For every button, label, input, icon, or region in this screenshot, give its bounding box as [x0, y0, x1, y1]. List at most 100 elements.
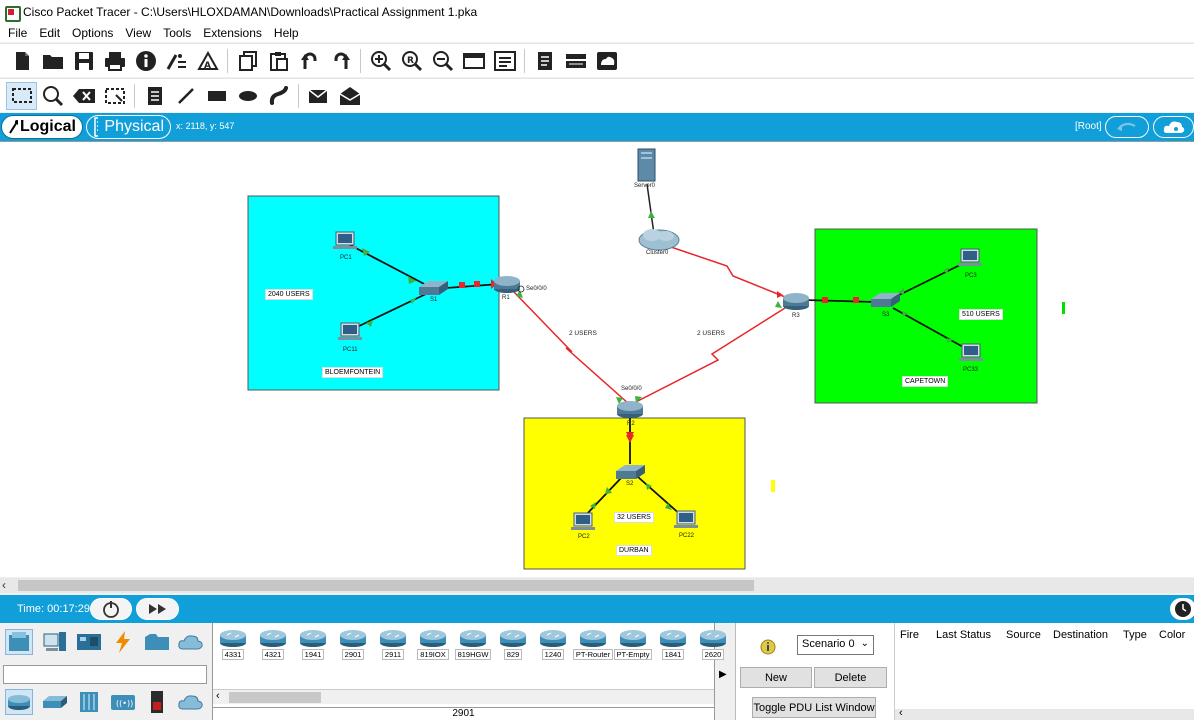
r1-router[interactable]: [494, 276, 520, 293]
power-cycle-devices-button[interactable]: [90, 598, 132, 620]
draw-ellipse-icon[interactable]: [232, 82, 263, 110]
pdu-scroll-left-icon[interactable]: ‹: [899, 707, 903, 719]
drawing-palette-icon[interactable]: [458, 47, 489, 75]
scroll-left-arrow-icon[interactable]: ‹: [2, 578, 6, 592]
router-model-4321[interactable]: 4321: [256, 628, 290, 662]
cluster0-cloud[interactable]: [638, 229, 680, 251]
menu-edit[interactable]: Edit: [35, 26, 68, 40]
end-devices-category-icon[interactable]: [41, 629, 69, 655]
menu-file[interactable]: File: [4, 26, 35, 40]
menu-options[interactable]: Options: [68, 26, 121, 40]
pdu-col-color[interactable]: Color: [1159, 629, 1185, 641]
menu-extensions[interactable]: Extensions: [199, 26, 270, 40]
ip-phone-icon[interactable]: [560, 47, 591, 75]
resize-shape-icon[interactable]: [99, 82, 130, 110]
routers-subcategory-icon[interactable]: [5, 689, 33, 715]
menu-tools[interactable]: Tools: [159, 26, 199, 40]
pdu-col-source[interactable]: Source: [1006, 629, 1041, 641]
network-devices-category-icon[interactable]: [5, 629, 33, 655]
router-model-pt-router[interactable]: PT-Router: [572, 628, 614, 662]
model-list-scroll-thumb[interactable]: [229, 692, 321, 703]
save-icon[interactable]: [68, 47, 99, 75]
scenario-select[interactable]: Scenario 0 ⌄: [797, 635, 874, 655]
network-information-icon[interactable]: A: [192, 47, 223, 75]
hubs-subcategory-icon[interactable]: [75, 689, 103, 715]
zoom-reset-icon[interactable]: R: [396, 47, 427, 75]
physical-tab[interactable]: Physical: [86, 115, 171, 139]
scrollbar-thumb[interactable]: [18, 580, 754, 591]
copy-icon[interactable]: [232, 47, 263, 75]
navigation-back-button[interactable]: [1105, 116, 1149, 138]
router-model-2901[interactable]: 2901: [336, 628, 370, 662]
delete-scenario-button[interactable]: Delete: [814, 667, 887, 688]
router-model-1841[interactable]: 1841: [656, 628, 690, 662]
print-icon[interactable]: [99, 47, 130, 75]
select-tool-icon[interactable]: [6, 81, 37, 110]
scenario-info-icon[interactable]: [760, 639, 776, 655]
router-model-1941[interactable]: 1941: [296, 628, 330, 662]
canvas-horizontal-scrollbar[interactable]: ‹: [0, 578, 1194, 593]
add-complex-pdu-icon[interactable]: [334, 82, 365, 110]
model-list-scrollbar[interactable]: ‹: [213, 689, 714, 704]
router-model-1240[interactable]: 1240: [536, 628, 570, 662]
router-model-829[interactable]: 829: [496, 628, 530, 662]
pc3-device[interactable]: [958, 248, 982, 266]
pc2-device[interactable]: [571, 512, 595, 530]
new-file-icon[interactable]: [6, 47, 37, 75]
inspect-tool-icon[interactable]: [37, 82, 68, 110]
open-folder-icon[interactable]: [37, 47, 68, 75]
draw-rectangle-icon[interactable]: [201, 82, 232, 110]
pc22-device[interactable]: [674, 510, 698, 528]
switches-subcategory-icon[interactable]: [41, 689, 69, 715]
draw-line-icon[interactable]: [170, 82, 201, 110]
pc1-device[interactable]: [333, 231, 357, 249]
wireless-devices-subcategory-icon[interactable]: ((•)): [109, 689, 137, 715]
add-simple-pdu-icon[interactable]: [303, 82, 334, 110]
info-icon[interactable]: [130, 47, 161, 75]
logical-tab[interactable]: Logical: [1, 115, 83, 139]
toggle-pdu-list-button[interactable]: Toggle PDU List Window: [752, 697, 876, 718]
menu-help[interactable]: Help: [270, 26, 307, 40]
activity-wizard-icon[interactable]: [161, 47, 192, 75]
new-scenario-button[interactable]: New: [740, 667, 812, 688]
pdu-table-scrollbar[interactable]: ‹: [895, 707, 1194, 720]
security-subcategory-icon[interactable]: [143, 689, 171, 715]
cluster-view-button[interactable]: [1153, 116, 1194, 138]
pdu-col-type[interactable]: Type: [1123, 629, 1147, 641]
router-model-2620[interactable]: 2620: [696, 628, 730, 662]
r2-router[interactable]: [617, 401, 643, 418]
web-view-icon[interactable]: [591, 47, 622, 75]
undo-icon[interactable]: [294, 47, 325, 75]
zoom-in-icon[interactable]: [365, 47, 396, 75]
router-model-pt-empty[interactable]: PT-Empty: [613, 628, 653, 662]
server0-device[interactable]: [637, 148, 656, 182]
freeform-draw-icon[interactable]: [263, 82, 294, 110]
components-category-icon[interactable]: [75, 629, 103, 655]
expand-panel-arrow-icon[interactable]: ▶: [719, 669, 727, 680]
delete-tool-icon[interactable]: [68, 82, 99, 110]
custom-device-icon[interactable]: [489, 47, 520, 75]
pc33-device[interactable]: [959, 343, 983, 361]
logical-workspace-canvas[interactable]: 2040 USERS BLOEMFONTEIN 510 USERS CAPETO…: [0, 141, 1194, 577]
connections-category-icon[interactable]: [109, 629, 137, 655]
router-model-4331[interactable]: 4331: [216, 628, 250, 662]
scroll-left-icon[interactable]: ‹: [216, 690, 220, 702]
pdu-col-destination[interactable]: Destination: [1053, 629, 1108, 641]
multiuser-connection-category-icon[interactable]: [177, 629, 205, 655]
zoom-out-icon[interactable]: [427, 47, 458, 75]
router-model-819hgw[interactable]: 819HGW: [454, 628, 492, 662]
realtime-mode-button[interactable]: [1170, 598, 1194, 620]
pdu-col-fire[interactable]: Fire: [900, 629, 919, 641]
miscellaneous-category-icon[interactable]: [143, 629, 171, 655]
paste-icon[interactable]: [263, 47, 294, 75]
wan-emulation-subcategory-icon[interactable]: [177, 689, 205, 715]
router-model-2911[interactable]: 2911: [376, 628, 410, 662]
redo-icon[interactable]: [325, 47, 356, 75]
pc11-device[interactable]: [338, 322, 362, 340]
router-model-819iox[interactable]: 819IOX: [416, 628, 450, 662]
r3-router[interactable]: [783, 293, 809, 310]
place-note-icon[interactable]: [139, 82, 170, 110]
pdu-col-last-status[interactable]: Last Status: [936, 629, 991, 641]
menu-view[interactable]: View: [121, 26, 159, 40]
fast-forward-time-button[interactable]: [136, 598, 179, 620]
